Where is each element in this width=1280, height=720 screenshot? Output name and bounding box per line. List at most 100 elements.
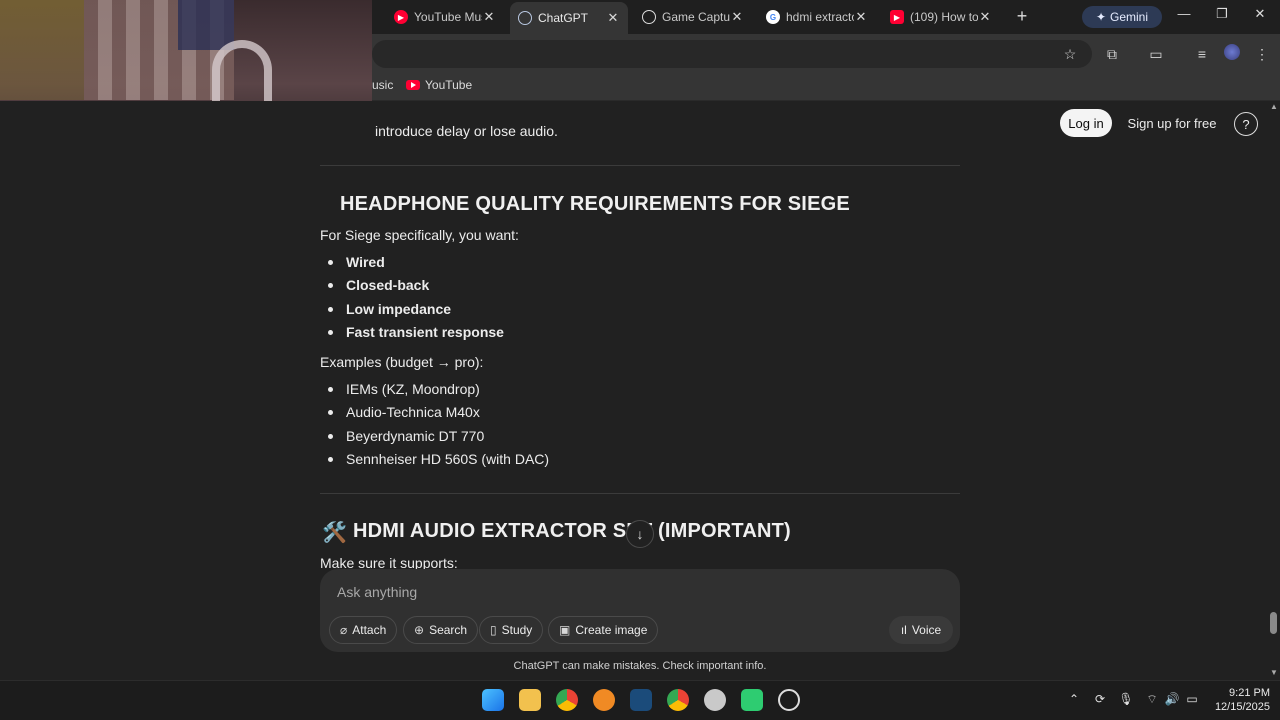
search-button[interactable]: ⊕ Search: [403, 616, 479, 644]
media-controls-icon[interactable]: ≡: [1192, 44, 1212, 64]
chrome-icon[interactable]: [556, 689, 578, 711]
signup-button[interactable]: Sign up for free: [1120, 109, 1224, 137]
create-image-button[interactable]: ▣ Create image: [548, 616, 659, 644]
clock-time: 9:21 PM: [1229, 687, 1270, 699]
tab-title: Game Capture: [662, 10, 730, 24]
bullet: [328, 330, 333, 335]
bookmark-youtube-music[interactable]: usic: [372, 78, 393, 92]
obs-icon[interactable]: [704, 689, 726, 711]
restore-button[interactable]: ❐: [1210, 6, 1234, 26]
section-heading-hdmi-suffix: (IMPORTANT): [658, 520, 791, 542]
chatgpt-app-icon[interactable]: [778, 689, 800, 711]
requirement-item: Fast transient response: [346, 324, 504, 340]
close-icon[interactable]: ✕: [730, 9, 744, 25]
tab-game-capture[interactable]: Game Capture ✕: [634, 4, 752, 30]
globe-icon: ⊕: [414, 623, 425, 637]
close-icon[interactable]: ✕: [854, 9, 868, 25]
close-window-button[interactable]: ✕: [1248, 6, 1272, 26]
tab-title: ChatGPT: [538, 11, 589, 25]
clock-date: 12/15/2025: [1214, 701, 1270, 713]
arrow-down-icon: ↓: [636, 526, 644, 542]
scroll-up-arrow[interactable]: ▲: [1268, 102, 1280, 112]
tab-hdmi-extractor[interactable]: G hdmi extractor ✕: [758, 4, 876, 30]
chrome-menu-icon[interactable]: ⋮: [1252, 44, 1272, 64]
previous-line: introduce delay or lose audio.: [375, 123, 558, 139]
example-item: Beyerdynamic DT 770: [346, 428, 485, 444]
requirement-item: Wired: [346, 254, 385, 270]
help-icon[interactable]: ?: [1234, 112, 1258, 136]
requirement-item: Low impedance: [346, 301, 452, 317]
system-clock[interactable]: 9:21 PM 12/15/2025: [1206, 686, 1270, 714]
tab-title: (109) How to D: [910, 10, 978, 24]
login-button[interactable]: Log in: [1060, 109, 1112, 137]
gemini-button[interactable]: ✦ Gemini: [1082, 6, 1162, 28]
close-icon[interactable]: ✕: [606, 10, 620, 26]
youtube-icon: ▶: [890, 10, 904, 24]
fl-studio-icon[interactable]: [593, 689, 615, 711]
tab-youtube-music[interactable]: ▶ YouTube Music ✕: [386, 4, 504, 30]
battery-icon[interactable]: ▭: [1184, 691, 1200, 707]
tab-title: YouTube Music: [414, 10, 482, 24]
tab-youtube-video[interactable]: ▶ (109) How to D ✕: [882, 4, 1000, 30]
bookmark-star-icon[interactable]: ☆: [1060, 44, 1080, 64]
cast-icon[interactable]: ▭: [1146, 44, 1166, 64]
minimize-button[interactable]: —: [1172, 6, 1196, 26]
bullet: [328, 457, 333, 462]
wifi-icon[interactable]: ⌔: [1144, 691, 1160, 707]
chevron-up-icon[interactable]: ⌃: [1066, 691, 1082, 707]
bookmark-youtube[interactable]: YouTube: [406, 78, 472, 92]
divider: [320, 493, 960, 494]
game-capture-icon: [642, 10, 656, 24]
bullet: [328, 387, 333, 392]
close-icon[interactable]: ✕: [482, 9, 496, 25]
youtube-icon: [406, 80, 420, 90]
windows-start-icon[interactable]: [482, 689, 504, 711]
example-item: Sennheiser HD 560S (with DAC): [346, 451, 550, 467]
tools-icon: 🛠️: [322, 522, 348, 544]
tab-title: hdmi extractor: [786, 10, 854, 24]
gamebar-icon[interactable]: [741, 689, 763, 711]
bullet: [328, 410, 333, 415]
example-item: IEMs (KZ, Moondrop): [346, 381, 480, 397]
new-tab-button[interactable]: +: [1012, 6, 1032, 26]
prompt-input[interactable]: [337, 583, 897, 601]
gemini-icon: ✦: [1095, 10, 1107, 24]
divider: [320, 165, 960, 166]
scrollbar-thumb[interactable]: [1270, 612, 1277, 634]
tab-chatgpt[interactable]: ChatGPT ✕: [510, 2, 628, 34]
waveform-icon: ıl: [900, 623, 907, 637]
image-icon: ▣: [559, 623, 571, 637]
example-item: Audio-Technica M40x: [346, 404, 480, 420]
section-intro: For Siege specifically, you want:: [320, 227, 519, 243]
google-icon: G: [766, 10, 780, 24]
steam-icon[interactable]: [630, 689, 652, 711]
page-scrollbar[interactable]: [1268, 101, 1280, 680]
microphone-icon[interactable]: 🎙: [1118, 691, 1134, 707]
sync-icon[interactable]: ⟳: [1092, 691, 1108, 707]
bullet: [328, 307, 333, 312]
address-bar[interactable]: [372, 40, 1092, 68]
bullet: [328, 283, 333, 288]
book-icon: ▯: [490, 623, 497, 637]
attach-button[interactable]: ⌀ Attach: [329, 616, 398, 644]
scroll-down-arrow[interactable]: ▼: [1268, 668, 1280, 678]
file-explorer-icon[interactable]: [519, 689, 541, 711]
chrome-app-icon[interactable]: [667, 689, 689, 711]
gemini-label: Gemini: [1110, 10, 1149, 24]
examples-intro: Examples (budget → pro):: [320, 354, 484, 370]
profile-avatar[interactable]: [1222, 44, 1242, 64]
bullet: [328, 260, 333, 265]
close-icon[interactable]: ✕: [978, 9, 992, 25]
extensions-icon[interactable]: ⧉: [1102, 44, 1122, 64]
chatgpt-icon: [518, 11, 532, 25]
bullet: [328, 434, 333, 439]
disclaimer: ChatGPT can make mistakes. Check importa…: [513, 660, 767, 672]
voice-button[interactable]: ıl Voice: [889, 616, 953, 644]
volume-icon[interactable]: 🔊: [1164, 691, 1180, 707]
section-heading-headphones: HEADPHONE QUALITY REQUIREMENTS FOR SIEGE: [340, 193, 850, 215]
paperclip-icon: ⌀: [340, 623, 348, 637]
requirement-item: Closed-back: [346, 277, 430, 293]
scroll-down-button[interactable]: ↓: [626, 520, 654, 548]
section-heading-hdmi: HDMI AUDIO EXTRACTOR SPE: [353, 520, 654, 542]
study-button[interactable]: ▯ Study: [479, 616, 544, 644]
